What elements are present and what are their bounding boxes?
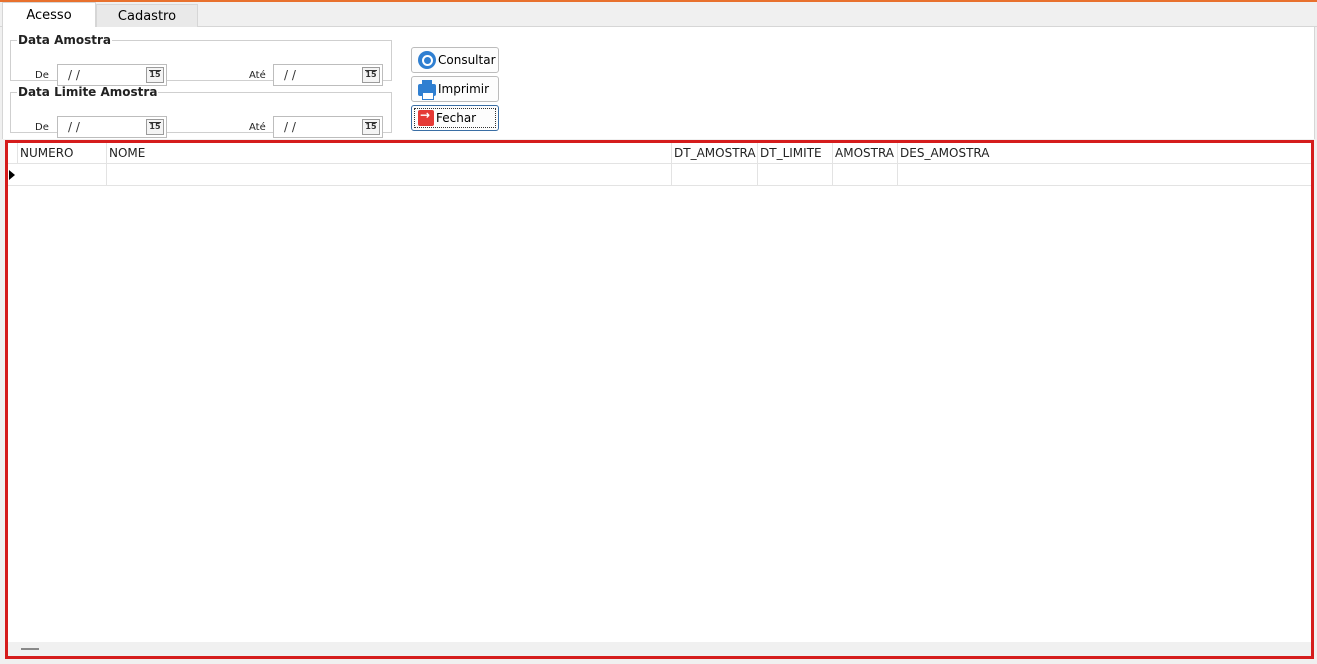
- row-indicator-icon: [8, 164, 17, 185]
- cell-amostra[interactable]: [833, 164, 898, 185]
- calendar-icon[interactable]: 15: [146, 119, 164, 135]
- tab-acesso[interactable]: Acesso: [2, 2, 96, 29]
- imprimir-button[interactable]: Imprimir: [411, 76, 499, 102]
- tab-bar: Acesso Cadastro: [0, 2, 1317, 29]
- data-amostra-to-field[interactable]: / / 15: [273, 64, 383, 86]
- calendar-icon[interactable]: 15: [362, 67, 380, 83]
- footer-handle[interactable]: [21, 648, 39, 650]
- data-amostra-legend: Data Amostra: [18, 33, 111, 47]
- data-amostra-to-label: Até: [249, 70, 266, 81]
- calendar-icon[interactable]: 15: [146, 67, 164, 83]
- filter-panel: Data Amostra De / / 15 Até / / 15 Data L…: [2, 27, 1315, 139]
- cell-nome[interactable]: [107, 164, 672, 185]
- imprimir-label: Imprimir: [438, 82, 490, 96]
- cell-dt-amostra[interactable]: [672, 164, 758, 185]
- search-icon: [418, 51, 436, 69]
- fechar-button[interactable]: Fechar: [411, 105, 499, 131]
- cell-numero[interactable]: [18, 164, 107, 185]
- table-row[interactable]: [8, 164, 1311, 186]
- grid-footer: [8, 642, 1311, 656]
- data-limite-from-value: / /: [68, 120, 80, 134]
- data-amostra-from-label: De: [35, 70, 49, 81]
- tab-cadastro[interactable]: Cadastro: [96, 4, 198, 28]
- grid-header: NUMERO NOME DT_AMOSTRA DT_LIMITE AMOSTRA…: [8, 143, 1311, 164]
- grid-corner: [8, 143, 18, 164]
- data-limite-from-label: De: [35, 122, 49, 133]
- column-header-nome[interactable]: NOME: [107, 143, 672, 164]
- fechar-label: Fechar: [436, 111, 477, 125]
- consultar-button[interactable]: Consultar: [411, 47, 499, 73]
- data-limite-to-field[interactable]: / / 15: [273, 116, 383, 138]
- column-header-dt-amostra[interactable]: DT_AMOSTRA: [672, 143, 758, 164]
- data-limite-to-value: / /: [284, 120, 296, 134]
- data-limite-legend: Data Limite Amostra: [18, 85, 158, 99]
- data-limite-group: Data Limite Amostra De / / 15 Até / / 15: [10, 85, 392, 138]
- data-amostra-from-value: / /: [68, 68, 80, 82]
- results-grid[interactable]: NUMERO NOME DT_AMOSTRA DT_LIMITE AMOSTRA…: [5, 140, 1314, 659]
- column-header-dt-limite[interactable]: DT_LIMITE: [758, 143, 833, 164]
- cell-dt-limite[interactable]: [758, 164, 833, 185]
- data-amostra-to-value: / /: [284, 68, 296, 82]
- exit-icon: [418, 108, 434, 126]
- calendar-icon[interactable]: 15: [362, 119, 380, 135]
- data-amostra-group: Data Amostra De / / 15 Até / / 15: [10, 33, 392, 86]
- data-limite-from-field[interactable]: / / 15: [57, 116, 167, 138]
- data-amostra-from-field[interactable]: / / 15: [57, 64, 167, 86]
- data-limite-to-label: Até: [249, 122, 266, 133]
- column-header-numero[interactable]: NUMERO: [18, 143, 107, 164]
- column-header-amostra[interactable]: AMOSTRA: [833, 143, 898, 164]
- column-header-des-amostra[interactable]: DES_AMOSTRA: [898, 143, 1311, 164]
- consultar-label: Consultar: [438, 53, 496, 67]
- printer-icon: [418, 80, 436, 100]
